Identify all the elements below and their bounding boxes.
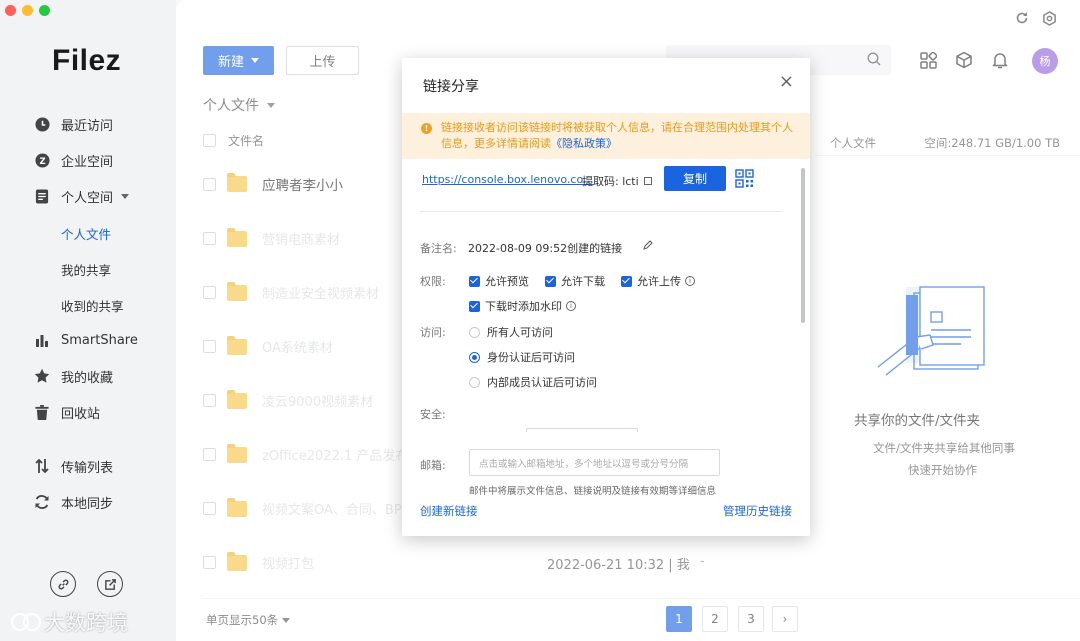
window-controls xyxy=(5,5,50,16)
permission-label: 权限: xyxy=(420,275,446,288)
watermark-logo: 大数跨境 xyxy=(8,607,128,637)
sidebar-item-label: 本地同步 xyxy=(61,496,114,512)
clock-icon xyxy=(34,116,50,132)
chevron-down-icon xyxy=(121,193,130,199)
sidebar-item-label: 回收站 xyxy=(61,406,101,422)
manage-history-links[interactable]: 管理历史链接 xyxy=(723,503,792,519)
radio-button xyxy=(469,376,480,388)
copy-icon[interactable] xyxy=(643,177,652,185)
divider xyxy=(420,211,782,212)
access-code: 提取码: lcti xyxy=(582,173,652,189)
remark-label: 备注名: xyxy=(420,242,457,255)
checkbox-checked xyxy=(545,275,556,287)
warning-text: 链接接收者访问该链接时将被获取个人信息，请在合理范围内处理其个人信息，更多详情请… xyxy=(441,120,803,152)
minimize-window-button[interactable] xyxy=(22,5,33,16)
checkbox-checked xyxy=(621,275,632,287)
share-link-dialog: 链接分享 × ! 链接接收者访问该链接时将被获取个人信息，请在合理范围内处理其个… xyxy=(402,58,810,536)
sidebar-item-recent[interactable]: 最近访问 xyxy=(34,112,113,136)
edit-icon[interactable] xyxy=(643,240,653,250)
sidebar-item-label: SmartShare xyxy=(61,332,138,348)
access-option-authenticated[interactable]: 身份认证后可访问 xyxy=(469,349,575,365)
sidebar-item-personal-space[interactable]: 个人空间 xyxy=(34,184,130,208)
sidebar-item-label: 个人空间 xyxy=(61,190,114,206)
sidebar-item-recycle-bin[interactable]: 回收站 xyxy=(34,400,100,424)
enterprise-icon: Z xyxy=(34,152,50,168)
copy-button[interactable]: 复制 xyxy=(664,166,726,191)
sidebar-item-label: 我的收藏 xyxy=(61,370,114,386)
sidebar: Filez 最近访问 Z 企业空间 个人空间 个人文件 我的共享 收到的共享 S… xyxy=(0,0,176,641)
access-code-label: 提取码: lcti xyxy=(582,175,639,188)
checkbox-checked xyxy=(469,275,480,287)
sidebar-item-label: 传输列表 xyxy=(61,460,114,476)
dialog-title: 链接分享 xyxy=(423,79,479,95)
personal-space-icon xyxy=(34,188,50,204)
email-field[interactable]: 点击或输入邮箱地址，多个地址以逗号或分号分隔 xyxy=(469,449,720,476)
watermark-icon xyxy=(11,613,41,631)
zoom-window-button[interactable] xyxy=(39,5,50,16)
access-option-everyone[interactable]: 所有人可访问 xyxy=(469,324,553,340)
info-icon[interactable]: i xyxy=(566,301,576,311)
radio-label: 身份认证后可访问 xyxy=(487,351,575,364)
checkbox-label: 允许下载 xyxy=(561,275,605,288)
checkbox-label: 允许上传 xyxy=(637,275,681,288)
sync-icon xyxy=(34,494,50,510)
sidebar-sub-my-shares[interactable]: 我的共享 xyxy=(61,260,111,279)
security-select[interactable] xyxy=(526,428,638,432)
radio-label: 所有人可访问 xyxy=(487,326,553,339)
link-icon[interactable] xyxy=(50,571,76,597)
checkbox-label: 下载时添加水印 xyxy=(485,300,562,313)
app-logo: Filez xyxy=(52,44,122,77)
transfer-icon xyxy=(34,458,50,474)
close-icon[interactable]: × xyxy=(779,73,794,91)
security-label: 安全: xyxy=(420,408,446,421)
privacy-policy-link[interactable]: 《隐私政策》 xyxy=(551,137,617,150)
watermark-text: 大数跨境 xyxy=(44,611,128,635)
warning-message: 链接接收者访问该链接时将被获取个人信息，请在合理范围内处理其个人信息，更多详情请… xyxy=(441,121,793,150)
sidebar-item-local-sync[interactable]: 本地同步 xyxy=(34,490,113,514)
checkbox-label: 允许预览 xyxy=(485,275,529,288)
privacy-warning: ! 链接接收者访问该链接时将被获取个人信息，请在合理范围内处理其个人信息，更多详… xyxy=(402,113,810,159)
allow-upload-checkbox[interactable]: 允许上传 i xyxy=(621,273,695,289)
access-option-internal[interactable]: 内部成员认证后可访问 xyxy=(469,374,597,390)
allow-preview-checkbox[interactable]: 允许预览 xyxy=(469,273,529,289)
sidebar-item-label: 最近访问 xyxy=(61,118,114,134)
sidebar-item-label: 企业空间 xyxy=(61,154,114,170)
radio-button xyxy=(469,326,480,338)
svg-text:Z: Z xyxy=(39,155,45,165)
sidebar-item-transfers[interactable]: 传输列表 xyxy=(34,454,113,478)
info-icon[interactable]: i xyxy=(685,276,695,286)
dialog-scrollbar[interactable] xyxy=(801,168,805,323)
sidebar-sub-received-shares[interactable]: 收到的共享 xyxy=(61,296,124,315)
sidebar-item-favorites[interactable]: 我的收藏 xyxy=(34,364,113,388)
warning-icon: ! xyxy=(421,123,432,134)
sidebar-item-smartshare[interactable]: SmartShare xyxy=(34,328,138,352)
watermark-checkbox[interactable]: 下载时添加水印 i xyxy=(469,298,576,314)
close-window-button[interactable] xyxy=(5,5,16,16)
qr-code-icon[interactable] xyxy=(735,169,754,188)
sidebar-item-enterprise[interactable]: Z 企业空间 xyxy=(34,148,113,172)
create-new-link[interactable]: 创建新链接 xyxy=(420,503,478,519)
sidebar-sub-personal-files[interactable]: 个人文件 xyxy=(61,224,111,243)
email-hint: 邮件中将展示文件信息、链接说明及链接有效期等详细信息 xyxy=(469,486,717,497)
radio-label: 内部成员认证后可访问 xyxy=(487,376,597,389)
radio-button-selected xyxy=(469,351,480,363)
email-label: 邮箱: xyxy=(420,459,446,472)
star-icon xyxy=(34,368,50,384)
export-icon[interactable] xyxy=(97,571,123,597)
bar-chart-icon xyxy=(34,332,50,348)
access-label: 访问: xyxy=(420,326,446,339)
share-link-url[interactable]: https://console.box.lenovo.co... xyxy=(422,173,593,186)
remark-value: 2022-08-09 09:52创建的链接 xyxy=(468,242,623,255)
allow-download-checkbox[interactable]: 允许下载 xyxy=(545,273,605,289)
checkbox-checked xyxy=(469,300,480,312)
trash-icon xyxy=(34,404,50,420)
